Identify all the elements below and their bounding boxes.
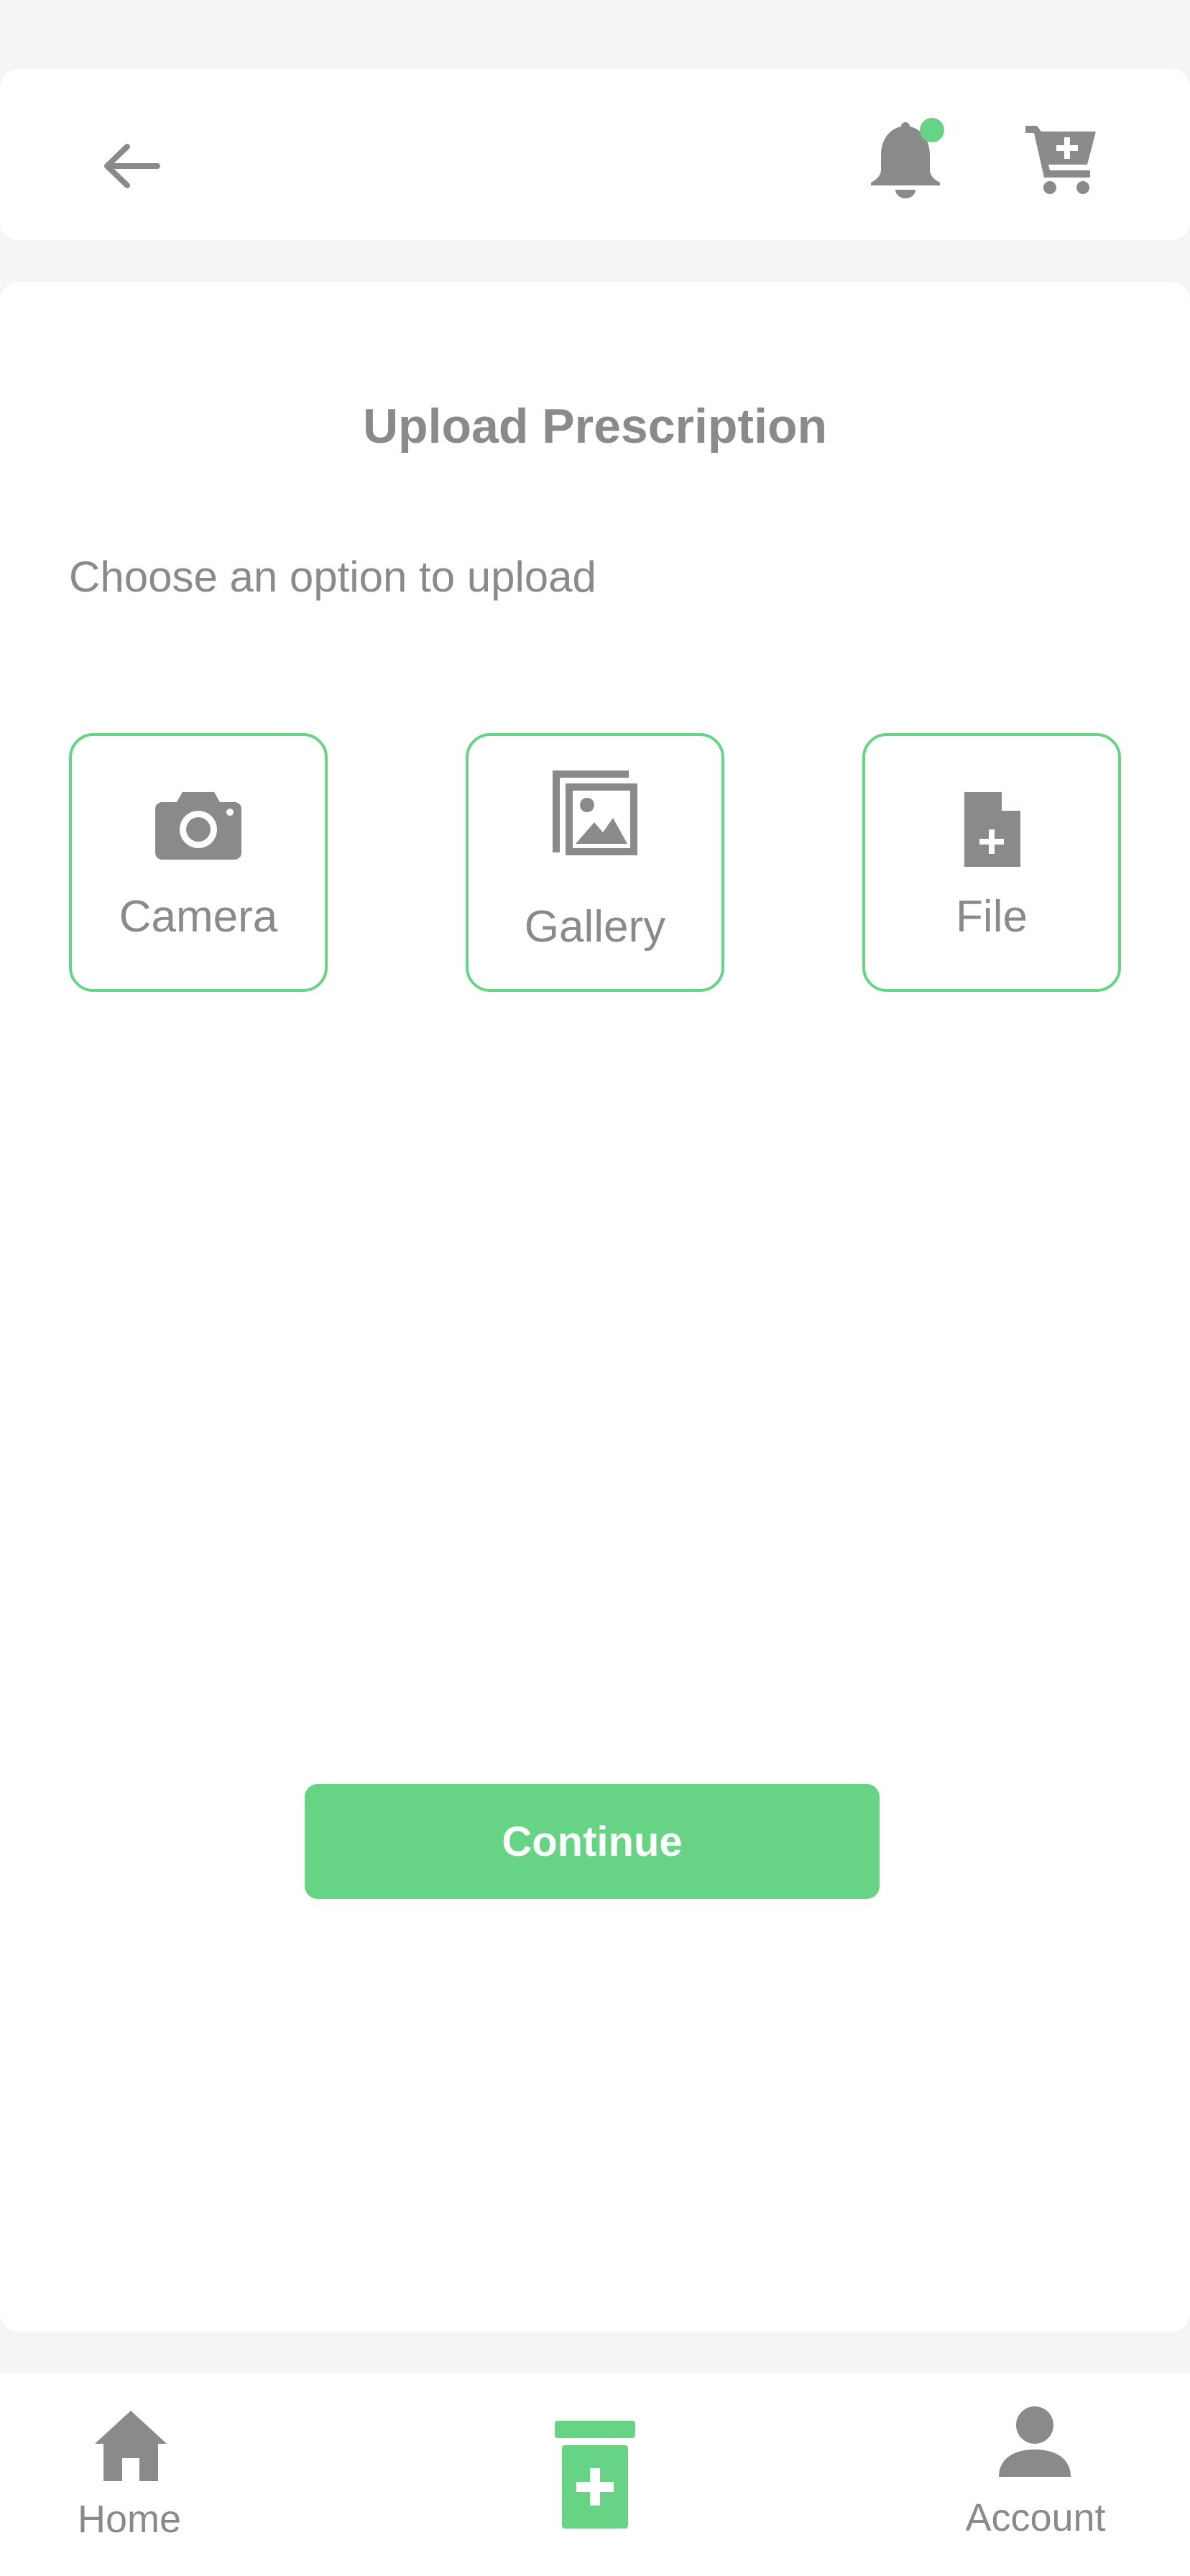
gallery-icon: [469, 768, 721, 858]
nav-account-label: Account: [965, 2496, 1106, 2539]
nav-item-home[interactable]: Home: [57, 2402, 201, 2560]
upload-card: Upload Prescription Choose an option to …: [0, 282, 1190, 2332]
page-subtitle: Choose an option to upload: [69, 553, 596, 601]
user-icon: [996, 2405, 1074, 2483]
nav-item-prescription[interactable]: [523, 2402, 667, 2560]
upload-prescription-screen: Upload Prescription Choose an option to …: [0, 0, 1190, 2576]
nav-item-account[interactable]: Account: [946, 2402, 1125, 2560]
top-app-bar: [0, 69, 1190, 240]
bottom-navigation: Home Account: [0, 2373, 1190, 2576]
camera-option-label: Camera: [119, 892, 278, 942]
medicine-bottle-icon: [555, 2421, 635, 2532]
cart-plus-icon: [1025, 126, 1096, 194]
home-icon: [92, 2408, 170, 2486]
cart-button[interactable]: [1015, 111, 1108, 204]
notification-badge: [920, 118, 944, 142]
continue-button[interactable]: Continue: [305, 1784, 880, 1899]
file-plus-icon: [865, 789, 1118, 870]
page-title: Upload Prescription: [362, 399, 828, 454]
gallery-option[interactable]: Gallery: [466, 733, 724, 992]
camera-option[interactable]: Camera: [69, 733, 328, 992]
camera-icon: [72, 789, 325, 861]
file-option-label: File: [956, 892, 1028, 942]
back-button[interactable]: [92, 126, 171, 206]
nav-home-label: Home: [77, 2498, 182, 2541]
file-option[interactable]: File: [862, 733, 1121, 992]
arrow-left-icon: [104, 144, 160, 188]
gallery-option-label: Gallery: [524, 902, 666, 952]
notifications-button[interactable]: [859, 112, 951, 204]
